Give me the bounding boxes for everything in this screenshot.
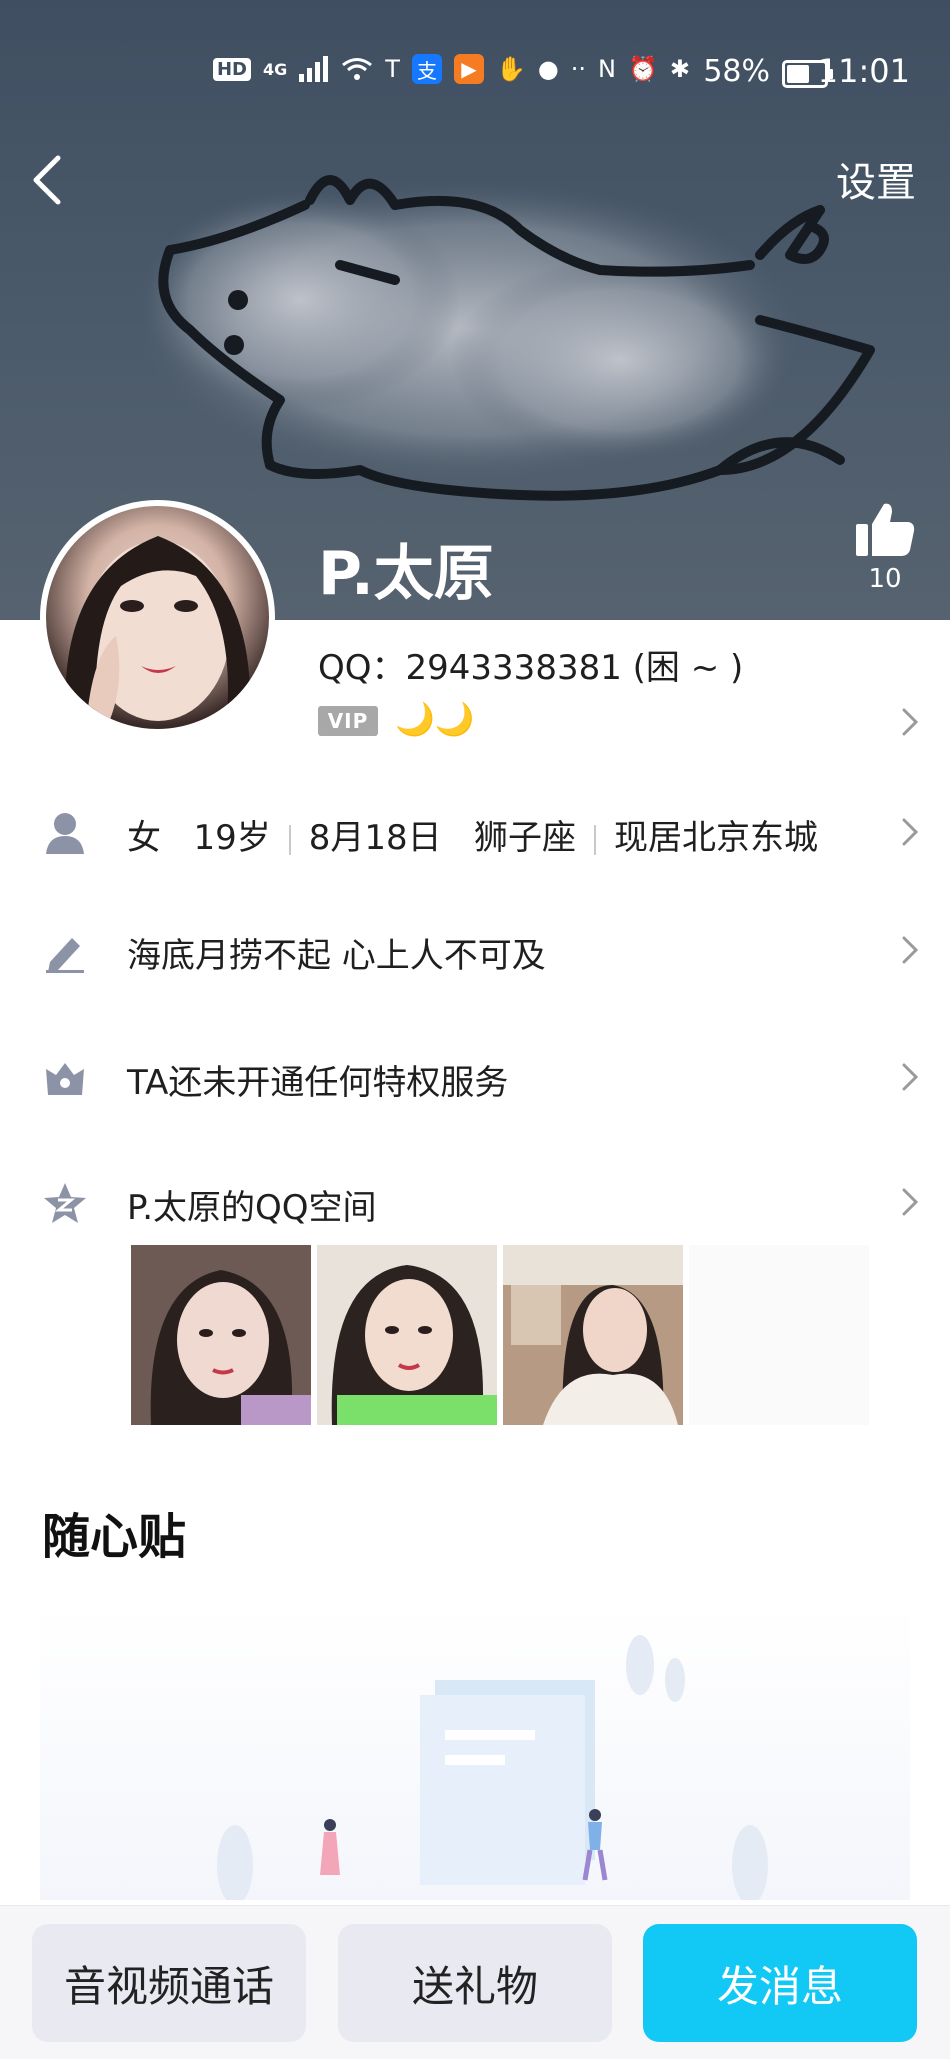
- privilege-row[interactable]: TA还未开通任何特权服务: [0, 1033, 950, 1123]
- crown-icon: [46, 1063, 84, 1095]
- pen-icon: [46, 938, 84, 973]
- alarm-icon: ⏰: [628, 55, 658, 83]
- chat-bubble-icon: ●: [537, 55, 559, 83]
- person-icon: [46, 813, 84, 854]
- video-call-button[interactable]: 音视频通话: [32, 1924, 306, 2042]
- basic-info: 女 19岁 8月18日 狮子座 现居北京东城: [127, 810, 818, 859]
- video-app-icon: ▶: [453, 54, 484, 84]
- avatar[interactable]: [40, 500, 275, 735]
- bottom-action-bar: 音视频通话 送礼物 发消息: [0, 1905, 950, 2059]
- hd-icon: HD: [212, 57, 251, 81]
- qzone-photo-placeholder: [689, 1245, 869, 1425]
- battery-percent: 58%: [703, 54, 770, 89]
- send-message-button[interactable]: 发消息: [643, 1924, 917, 2042]
- clock: 11:01: [817, 52, 910, 90]
- signal-icon: [299, 56, 329, 82]
- gender: 女: [127, 818, 161, 858]
- qzone-photo[interactable]: [131, 1245, 311, 1425]
- avatar-portrait: [65, 536, 251, 729]
- nfc-icon: N: [598, 55, 616, 83]
- settings-button[interactable]: 设置: [836, 150, 916, 208]
- more-dots-icon: ··: [570, 55, 587, 83]
- chevron-right-icon: [902, 1188, 919, 1216]
- status-bar: HD 4G T 支 ▶ ✋ ● ·· N ⏰ ✱ 58% 11:01: [0, 40, 950, 100]
- section-title: 随心贴: [42, 1509, 187, 1565]
- tesla-icon: T: [385, 55, 400, 83]
- chevron-right-icon: [902, 818, 919, 846]
- bluetooth-icon: ✱: [669, 55, 690, 83]
- nickname: P.太原: [318, 539, 494, 609]
- basic-info-row[interactable]: 女 19岁 8月18日 狮子座 现居北京东城: [0, 788, 950, 878]
- qzone-photos: [131, 1245, 869, 1425]
- chevron-right-icon[interactable]: [894, 702, 924, 742]
- back-button[interactable]: [22, 150, 74, 210]
- qq-number: QQ：2943338381 (困 ~ ): [318, 648, 744, 688]
- divider: [288, 824, 291, 855]
- vip-badge: VIP: [318, 706, 378, 736]
- qzone-star-icon: [44, 1183, 86, 1223]
- qzone-photo[interactable]: [317, 1245, 497, 1425]
- network-type: 4G: [263, 59, 288, 79]
- qzone-title: P.太原的QQ空间: [127, 1188, 377, 1228]
- signature-row[interactable]: 海底月捞不起 心上人不可及: [0, 906, 950, 996]
- sticky-board-illustration: [40, 1600, 910, 1905]
- like-button[interactable]: 10: [850, 500, 920, 610]
- chevron-right-icon: [902, 1063, 919, 1091]
- birthday: 8月18日: [308, 818, 442, 858]
- chevron-right-icon: [902, 936, 919, 964]
- age: 19岁: [193, 818, 271, 858]
- qzone-row[interactable]: P.太原的QQ空间: [0, 1158, 950, 1248]
- zodiac: 狮子座: [474, 818, 577, 858]
- qzone-photo[interactable]: [503, 1245, 683, 1425]
- level-moons: 🌙🌙: [395, 700, 475, 738]
- divider: [594, 824, 597, 855]
- status-icons: HD 4G T 支 ▶ ✋ ● ·· N ⏰ ✱: [212, 54, 690, 84]
- thumbs-up-icon: [856, 503, 915, 556]
- like-count: 10: [868, 564, 902, 594]
- signature: 海底月捞不起 心上人不可及: [127, 936, 546, 976]
- send-gift-button[interactable]: 送礼物: [338, 1924, 612, 2042]
- hand-icon: ✋: [495, 55, 526, 83]
- privilege-status: TA还未开通任何特权服务: [127, 1063, 509, 1103]
- location: 现居北京东城: [614, 818, 819, 858]
- wifi-icon: [342, 58, 373, 80]
- alipay-icon: 支: [411, 54, 442, 84]
